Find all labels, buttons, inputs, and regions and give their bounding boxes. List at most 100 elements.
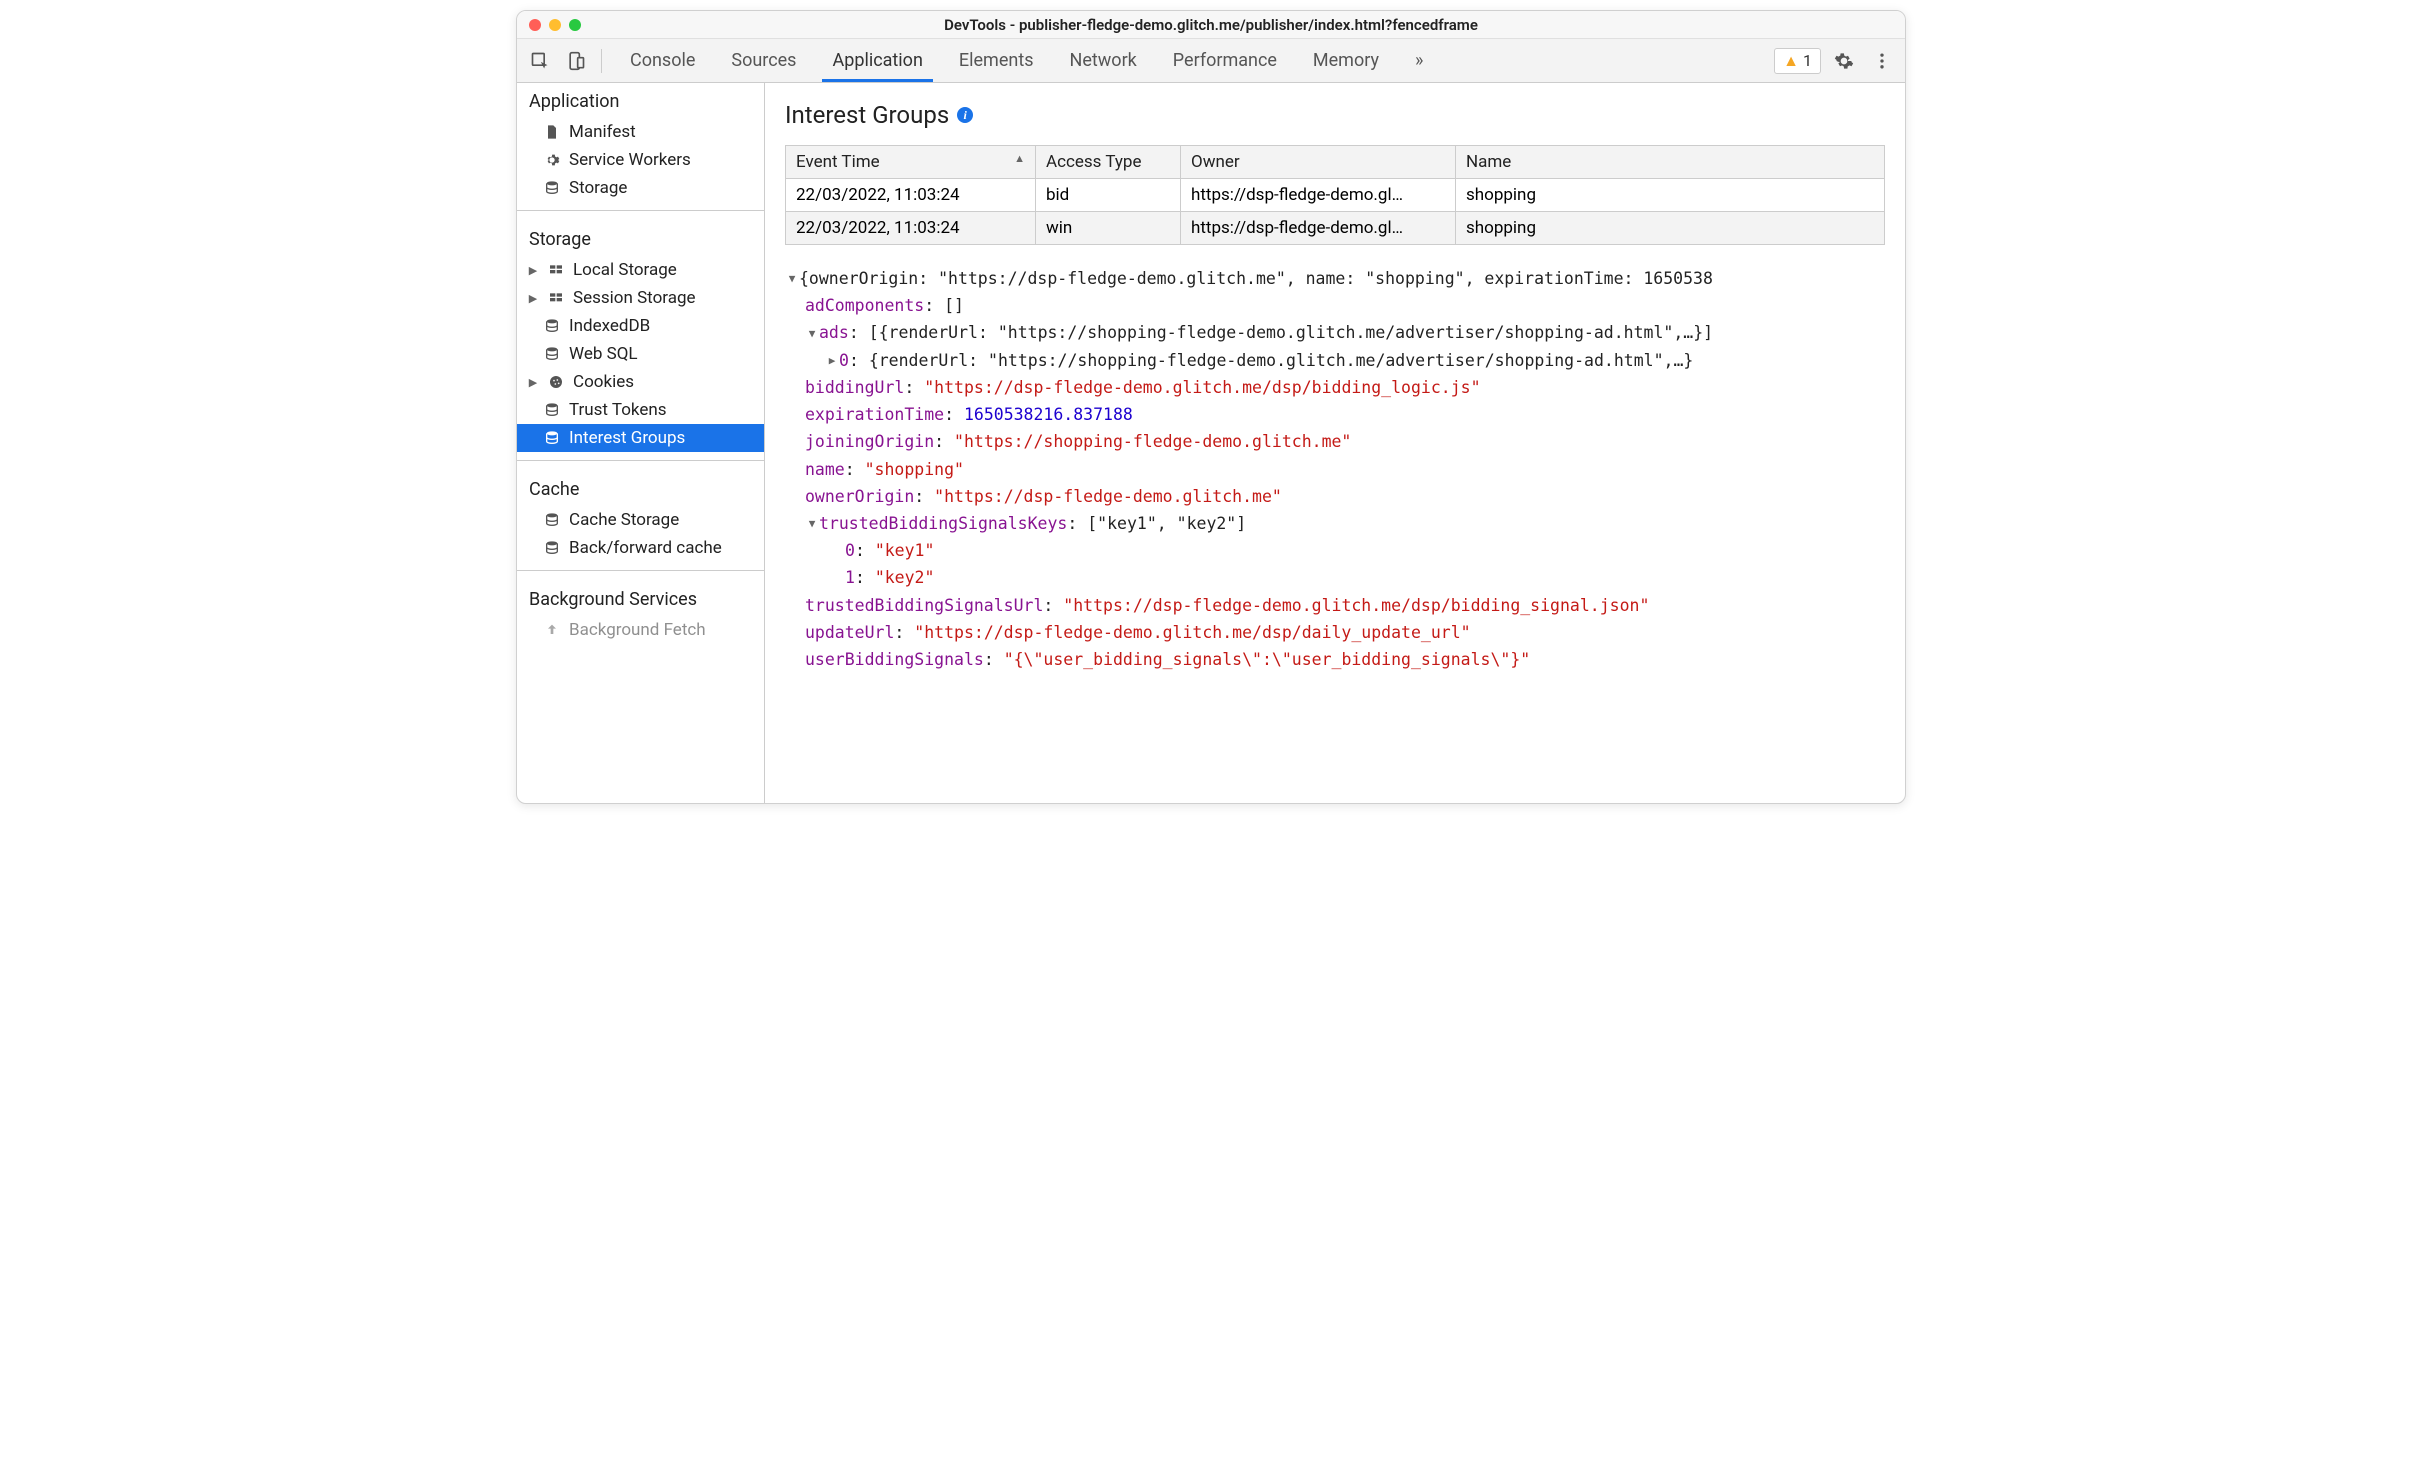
devtools-window: DevTools - publisher-fledge-demo.glitch.… [516, 10, 1906, 804]
caret-icon[interactable] [805, 515, 819, 533]
json-prop-expirationtime[interactable]: expirationTime: 1650538216.837188 [785, 401, 1885, 428]
sidebar-item-bfcache[interactable]: Back/forward cache [517, 534, 764, 562]
sidebar-item-interest-groups[interactable]: Interest Groups [517, 424, 764, 452]
column-header-access-type[interactable]: Access Type [1036, 146, 1181, 179]
sidebar-item-local-storage[interactable]: ▶ Local Storage [517, 256, 764, 284]
json-prop-joiningorigin[interactable]: joiningOrigin: "https://shopping-fledge-… [785, 428, 1885, 455]
tab-console[interactable]: Console [612, 39, 713, 82]
cell-event-time: 22/03/2022, 11:03:24 [786, 179, 1036, 212]
database-icon [543, 179, 561, 197]
table-row[interactable]: 22/03/2022, 11:03:24 bid https://dsp-fle… [786, 179, 1885, 212]
device-toolbar-icon[interactable] [561, 46, 591, 76]
sidebar-section-storage: Storage [517, 219, 764, 256]
cell-access-type: bid [1036, 179, 1181, 212]
tab-elements[interactable]: Elements [941, 39, 1052, 82]
sidebar-divider [517, 210, 764, 211]
table-icon [547, 289, 565, 307]
sidebar-item-label: Local Storage [573, 260, 677, 280]
database-icon [543, 429, 561, 447]
tab-memory[interactable]: Memory [1295, 39, 1397, 82]
sidebar-item-label: Background Fetch [569, 620, 706, 640]
sidebar-item-storage[interactable]: Storage [517, 174, 764, 202]
sidebar-divider [517, 460, 764, 461]
warning-icon: ▲ [1783, 51, 1799, 71]
sidebar-item-websql[interactable]: Web SQL [517, 340, 764, 368]
database-icon [543, 511, 561, 529]
sidebar-item-trust-tokens[interactable]: Trust Tokens [517, 396, 764, 424]
info-icon[interactable]: i [957, 107, 973, 123]
cell-access-type: win [1036, 212, 1181, 245]
content-pane: Interest Groups i Event Time ▲ Access Ty… [765, 83, 1905, 803]
json-prop-ownerorigin[interactable]: ownerOrigin: "https://dsp-fledge-demo.gl… [785, 483, 1885, 510]
sidebar-item-label: Interest Groups [569, 428, 685, 448]
gear-icon [543, 151, 561, 169]
window-minimize-button[interactable] [549, 19, 561, 31]
json-prop-biddingurl[interactable]: biddingUrl: "https://dsp-fledge-demo.gli… [785, 374, 1885, 401]
json-prop-ads[interactable]: ads: [{renderUrl: "https://shopping-fled… [785, 319, 1885, 346]
sidebar-section-cache: Cache [517, 469, 764, 506]
more-menu-icon[interactable] [1867, 46, 1897, 76]
cell-name: shopping [1456, 212, 1885, 245]
sidebar-item-label: IndexedDB [569, 316, 650, 336]
sidebar-item-cookies[interactable]: ▶ Cookies [517, 368, 764, 396]
database-icon [543, 401, 561, 419]
sidebar-item-label: Manifest [569, 122, 636, 142]
tab-application[interactable]: Application [814, 39, 940, 82]
main-area: Application Manifest Service Workers Sto… [517, 83, 1905, 803]
table-icon [547, 261, 565, 279]
tab-sources[interactable]: Sources [713, 39, 814, 82]
sidebar-item-session-storage[interactable]: ▶ Session Storage [517, 284, 764, 312]
caret-icon[interactable] [805, 325, 819, 343]
expand-arrow-icon[interactable]: ▶ [527, 264, 539, 277]
column-header-event-time[interactable]: Event Time ▲ [786, 146, 1036, 179]
sidebar-item-label: Session Storage [573, 288, 696, 308]
tab-network[interactable]: Network [1052, 39, 1155, 82]
column-header-name[interactable]: Name [1456, 146, 1885, 179]
window-title: DevTools - publisher-fledge-demo.glitch.… [517, 16, 1905, 34]
sidebar: Application Manifest Service Workers Sto… [517, 83, 765, 803]
sidebar-item-label: Cookies [573, 372, 634, 392]
sidebar-item-label: Storage [569, 178, 627, 198]
json-prop-updateurl[interactable]: updateUrl: "https://dsp-fledge-demo.glit… [785, 619, 1885, 646]
database-icon [543, 317, 561, 335]
json-prop-adcomponents[interactable]: adComponents: [] [785, 292, 1885, 319]
json-root[interactable]: {ownerOrigin: "https://dsp-fledge-demo.g… [785, 265, 1885, 292]
more-tabs-button[interactable]: » [1397, 39, 1441, 82]
cookie-icon [547, 373, 565, 391]
json-prop-ads-0[interactable]: 0: {renderUrl: "https://shopping-fledge-… [785, 347, 1885, 374]
window-maximize-button[interactable] [569, 19, 581, 31]
window-close-button[interactable] [529, 19, 541, 31]
json-prop-tbsk[interactable]: trustedBiddingSignalsKeys: ["key1", "key… [785, 510, 1885, 537]
sidebar-item-indexeddb[interactable]: IndexedDB [517, 312, 764, 340]
expand-arrow-icon[interactable]: ▶ [527, 376, 539, 389]
panel-heading-text: Interest Groups [785, 101, 949, 129]
sidebar-item-background-fetch[interactable]: Background Fetch [517, 616, 764, 644]
cell-owner: https://dsp-fledge-demo.gl… [1181, 179, 1456, 212]
sidebar-item-manifest[interactable]: Manifest [517, 118, 764, 146]
json-prop-tbsk-0[interactable]: 0: "key1" [785, 537, 1885, 564]
cell-owner: https://dsp-fledge-demo.gl… [1181, 212, 1456, 245]
json-prop-name[interactable]: name: "shopping" [785, 456, 1885, 483]
tab-performance[interactable]: Performance [1155, 39, 1295, 82]
caret-icon[interactable] [825, 352, 839, 370]
column-header-owner[interactable]: Owner [1181, 146, 1456, 179]
warnings-badge[interactable]: ▲ 1 [1774, 48, 1821, 74]
warnings-count: 1 [1803, 51, 1812, 70]
sort-arrow-icon: ▲ [1014, 152, 1025, 165]
settings-icon[interactable] [1829, 46, 1859, 76]
sidebar-divider [517, 570, 764, 571]
expand-arrow-icon[interactable]: ▶ [527, 292, 539, 305]
titlebar: DevTools - publisher-fledge-demo.glitch.… [517, 11, 1905, 39]
json-prop-userbiddingsignals[interactable]: userBiddingSignals: "{\"user_bidding_sig… [785, 646, 1885, 673]
json-prop-tbsk-1[interactable]: 1: "key2" [785, 564, 1885, 591]
panel-heading: Interest Groups i [785, 101, 1885, 129]
toolbar-divider [601, 49, 602, 73]
json-prop-tbsurl[interactable]: trustedBiddingSignalsUrl: "https://dsp-f… [785, 592, 1885, 619]
sidebar-item-cache-storage[interactable]: Cache Storage [517, 506, 764, 534]
sidebar-item-service-workers[interactable]: Service Workers [517, 146, 764, 174]
traffic-lights [529, 19, 581, 31]
sidebar-item-label: Back/forward cache [569, 538, 722, 558]
inspect-element-icon[interactable] [525, 46, 555, 76]
caret-icon[interactable] [785, 270, 799, 288]
table-row[interactable]: 22/03/2022, 11:03:24 win https://dsp-fle… [786, 212, 1885, 245]
